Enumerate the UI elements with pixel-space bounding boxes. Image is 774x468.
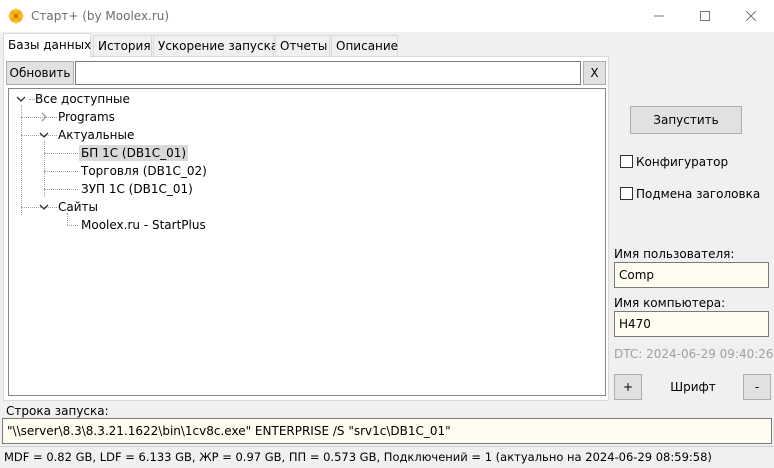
font-decrease-button[interactable]: - xyxy=(743,374,771,400)
database-tree[interactable]: Все доступные Programs Актуальные БП 1С … xyxy=(8,88,606,396)
minimize-button[interactable] xyxy=(636,0,682,32)
tree-node-trade[interactable]: Торговля (DB1C_02) xyxy=(81,163,207,179)
configurator-checkbox[interactable] xyxy=(620,155,633,168)
command-line-field[interactable]: "\\server\8.3\8.3.21.1622\bin\1cv8c.exe"… xyxy=(2,418,772,444)
tree-node-sites[interactable]: Сайты xyxy=(58,199,98,215)
tree-node-actual[interactable]: Актуальные xyxy=(58,127,134,143)
tree-connector xyxy=(67,225,78,226)
status-bar: MDF = 0.82 GB, LDF = 6.133 GB, ЖР = 0.97… xyxy=(0,446,774,468)
refresh-button[interactable]: Обновить xyxy=(6,61,74,85)
title-bar: Старт+ (by Moolex.ru) xyxy=(0,0,774,32)
minimize-icon xyxy=(654,15,664,17)
tree-node-moolex[interactable]: Moolex.ru - StartPlus xyxy=(81,217,206,233)
tab-databases[interactable]: Базы данных xyxy=(3,33,91,57)
chevron-right-icon[interactable] xyxy=(39,112,49,122)
tree-connector xyxy=(44,189,78,190)
computer-name-label: Имя компьютера: xyxy=(614,296,726,310)
maximize-button[interactable] xyxy=(682,0,728,32)
chevron-down-icon[interactable] xyxy=(39,130,49,140)
tree-node-zup[interactable]: ЗУП 1С (DB1C_01) xyxy=(81,181,193,197)
username-label: Имя пользователя: xyxy=(614,247,735,261)
chevron-down-icon[interactable] xyxy=(39,202,49,212)
title-replace-label[interactable]: Подмена заголовка xyxy=(636,187,760,201)
window-title: Старт+ (by Moolex.ru) xyxy=(31,9,170,23)
tree-node-bp[interactable]: БП 1С (DB1C_01) xyxy=(79,145,189,161)
title-replace-checkbox[interactable] xyxy=(620,187,633,200)
search-input[interactable] xyxy=(75,61,581,85)
tab-description[interactable]: Описание xyxy=(331,35,398,56)
font-label: Шрифт xyxy=(670,380,716,394)
tree-node-root[interactable]: Все доступные xyxy=(35,91,130,107)
chevron-down-icon[interactable] xyxy=(16,94,26,104)
username-field[interactable]: Comp xyxy=(614,262,769,288)
close-button[interactable] xyxy=(728,0,774,32)
tree-node-programs[interactable]: Programs xyxy=(58,109,115,125)
computer-name-field[interactable]: H470 xyxy=(614,311,769,337)
launch-button[interactable]: Запустить xyxy=(630,106,742,134)
tree-connector xyxy=(44,153,78,154)
dtc-timestamp: DTC: 2024-06-29 09:40:26 xyxy=(614,347,774,361)
flower-app-icon xyxy=(8,8,24,24)
tab-history[interactable]: История xyxy=(93,35,152,56)
tab-reports[interactable]: Отчеты xyxy=(275,35,330,56)
clear-search-button[interactable]: X xyxy=(583,61,606,85)
close-icon xyxy=(746,11,756,21)
maximize-icon xyxy=(700,11,710,21)
font-increase-button[interactable]: + xyxy=(614,374,642,400)
command-line-label: Строка запуска: xyxy=(6,404,109,418)
tree-connector xyxy=(44,171,78,172)
tab-startup-acceleration[interactable]: Ускорение запуска xyxy=(153,35,278,56)
configurator-label[interactable]: Конфигуратор xyxy=(636,155,728,169)
tree-connector xyxy=(21,105,22,215)
